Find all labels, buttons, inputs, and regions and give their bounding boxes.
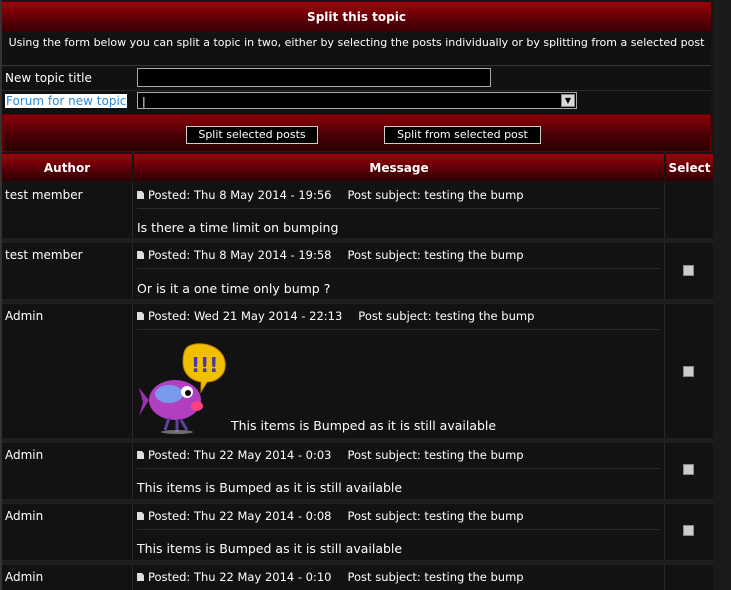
message-cell: Posted: Wed 21 May 2014 - 22:13 Post sub… (133, 304, 665, 438)
post-subject: Post subject: testing the bump (347, 448, 524, 462)
select-checkbox[interactable] (683, 366, 694, 377)
post-body: Is there a time limit on bumping (137, 220, 339, 235)
select-cell (665, 504, 713, 560)
author-name: test member (5, 188, 83, 202)
author-name: Admin (5, 309, 44, 323)
message-cell: Posted: Thu 22 May 2014 - 0:03 Post subj… (133, 443, 665, 499)
post-icon (137, 512, 144, 520)
author-name: Admin (5, 509, 44, 523)
post-icon (137, 251, 144, 259)
author-name: Admin (5, 570, 44, 584)
post-subject: Post subject: testing the bump (347, 248, 524, 262)
forum-row: Forum for new topic | ▼ (2, 91, 711, 115)
divider (137, 208, 660, 209)
action-bar: Split selected posts Split from selected… (2, 114, 711, 152)
forum-select-value: | (142, 95, 146, 108)
message-cell: Posted: Thu 8 May 2014 - 19:56 Post subj… (133, 183, 665, 238)
post-meta: Posted: Thu 22 May 2014 - 0:08 Post subj… (137, 509, 524, 523)
post-icon (137, 573, 144, 581)
author-cell: Admin (2, 304, 133, 438)
select-cell (665, 243, 713, 299)
forum-label: Forum for new topic (5, 94, 128, 108)
message-cell: Posted: Thu 22 May 2014 - 0:10 Post subj… (133, 565, 665, 590)
select-checkbox[interactable] (683, 265, 694, 276)
forum-select[interactable]: | ▼ (137, 92, 577, 109)
post-subject: Post subject: testing the bump (347, 570, 524, 584)
post-icon (137, 312, 144, 320)
column-header-author: Author (2, 154, 132, 181)
post-meta: Posted: Thu 22 May 2014 - 0:10 Post subj… (137, 570, 524, 584)
divider (137, 329, 660, 330)
select-checkbox[interactable] (683, 464, 694, 475)
page-edge (713, 0, 731, 590)
post-body: This items is Bumped as it is still avai… (137, 541, 403, 556)
post-body: This items is Bumped as it is still avai… (231, 418, 497, 433)
column-header-message: Message (134, 154, 664, 181)
author-name: test member (5, 248, 83, 262)
author-cell: test member (2, 243, 133, 299)
post-body: Or is it a one time only bump ? (137, 281, 331, 296)
fish-exclamation-emoji: !!! (139, 343, 226, 434)
new-topic-title-input[interactable] (137, 68, 491, 87)
divider (137, 268, 660, 269)
post-icon (137, 191, 144, 199)
table-row: Admin Posted: Thu 22 May 2014 - 0:08 Pos… (2, 504, 713, 560)
post-date: Posted: Wed 21 May 2014 - 22:13 (148, 309, 343, 323)
post-subject: Post subject: testing the bump (347, 188, 524, 202)
post-subject: Post subject: testing the bump (358, 309, 535, 323)
panel-title: Split this topic (2, 2, 711, 32)
author-cell: Admin (2, 504, 133, 560)
select-cell (665, 304, 713, 438)
message-cell: Posted: Thu 8 May 2014 - 19:58 Post subj… (133, 243, 665, 299)
panel-description: Using the form below you can split a top… (2, 33, 711, 66)
select-cell (665, 183, 713, 238)
select-checkbox[interactable] (683, 525, 694, 536)
new-topic-label: New topic title (5, 71, 92, 85)
svg-text:!!!: !!! (191, 353, 218, 377)
title-text: Split this topic (307, 10, 406, 24)
post-date: Posted: Thu 8 May 2014 - 19:56 (148, 188, 332, 202)
post-meta: Posted: Thu 8 May 2014 - 19:56 Post subj… (137, 188, 524, 202)
split-selected-button[interactable]: Split selected posts (186, 126, 318, 144)
table-row: Admin Posted: Thu 22 May 2014 - 0:10 Pos… (2, 565, 713, 590)
post-date: Posted: Thu 22 May 2014 - 0:08 (148, 509, 332, 523)
divider (137, 468, 660, 469)
post-icon (137, 451, 144, 459)
post-meta: Posted: Thu 22 May 2014 - 0:03 Post subj… (137, 448, 524, 462)
author-cell: test member (2, 183, 133, 238)
post-body: This items is Bumped as it is still avai… (137, 480, 403, 495)
post-date: Posted: Thu 22 May 2014 - 0:03 (148, 448, 332, 462)
table-row: Admin Posted: Wed 21 May 2014 - 22:13 Po… (2, 304, 713, 438)
table-row: Admin Posted: Thu 22 May 2014 - 0:03 Pos… (2, 443, 713, 499)
author-cell: Admin (2, 443, 133, 499)
message-cell: Posted: Thu 22 May 2014 - 0:08 Post subj… (133, 504, 665, 560)
split-from-button[interactable]: Split from selected post (384, 126, 541, 144)
column-header-select: Select (666, 154, 713, 181)
post-subject: Post subject: testing the bump (347, 509, 524, 523)
chevron-down-icon[interactable]: ▼ (561, 94, 575, 107)
post-meta: Posted: Thu 8 May 2014 - 19:58 Post subj… (137, 248, 524, 262)
select-cell (665, 565, 713, 590)
post-date: Posted: Thu 22 May 2014 - 0:10 (148, 570, 332, 584)
post-date: Posted: Thu 8 May 2014 - 19:58 (148, 248, 332, 262)
author-name: Admin (5, 448, 44, 462)
post-meta: Posted: Wed 21 May 2014 - 22:13 Post sub… (137, 309, 534, 323)
divider (137, 529, 660, 530)
table-row: test member Posted: Thu 8 May 2014 - 19:… (2, 243, 713, 299)
author-cell: Admin (2, 565, 133, 590)
new-topic-row: New topic title (2, 67, 711, 91)
select-cell (665, 443, 713, 499)
table-row: test member Posted: Thu 8 May 2014 - 19:… (2, 183, 713, 238)
